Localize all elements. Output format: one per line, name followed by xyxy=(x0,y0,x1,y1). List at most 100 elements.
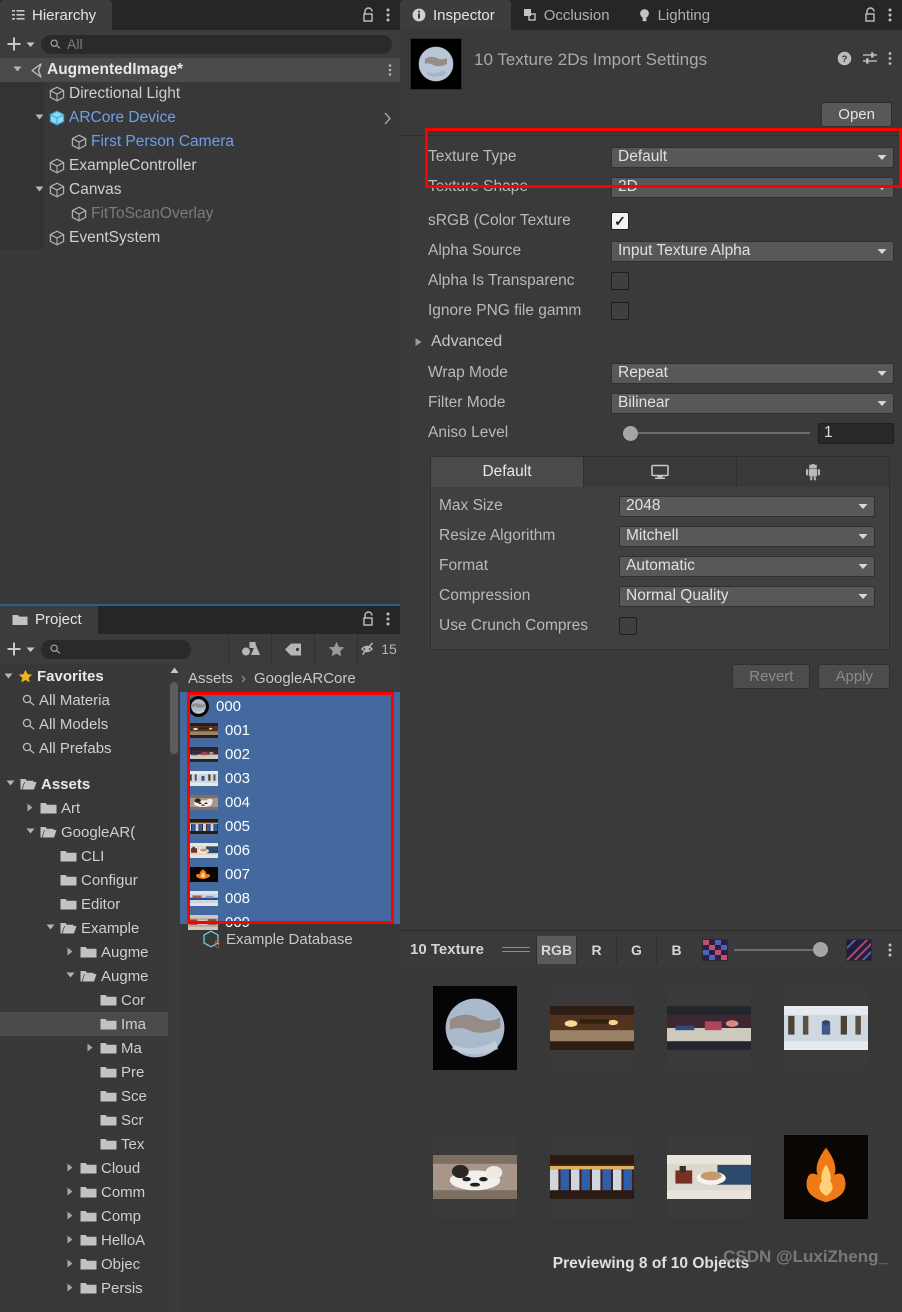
favorite-item-all-models[interactable]: All Models xyxy=(0,712,168,736)
tree-item-persis[interactable]: Persis xyxy=(0,1276,168,1300)
chevron-right-icon[interactable] xyxy=(383,112,392,125)
channel-button-r[interactable]: R xyxy=(576,935,616,964)
lock-open-icon[interactable] xyxy=(864,7,878,23)
open-button[interactable]: Open xyxy=(821,102,892,127)
hierarchy-item-augmentedimage[interactable]: AugmentedImage* xyxy=(0,58,400,82)
eye-slash-icon[interactable]: 15 xyxy=(357,634,400,664)
preset-icon[interactable] xyxy=(862,51,878,66)
preview-thumbnail[interactable] xyxy=(667,986,751,1070)
checkbox-alpha-is-transparenc[interactable] xyxy=(611,272,629,290)
checkbox-use-crunch-compres[interactable] xyxy=(619,617,637,635)
slider-aniso-level[interactable] xyxy=(611,423,810,444)
dropdown-texture-shape[interactable]: 2D xyxy=(611,176,894,198)
checkbox-ignore-png-file-gamm[interactable] xyxy=(611,302,629,320)
favorites-group[interactable]: Favorites xyxy=(0,664,168,688)
project-search-input[interactable] xyxy=(41,639,191,659)
hierarchy-item-directional-light[interactable]: Directional Light xyxy=(0,82,400,106)
tree-item-augme[interactable]: Augme xyxy=(0,964,168,988)
asset-item-009[interactable]: 009 xyxy=(180,910,400,934)
help-icon[interactable]: ? xyxy=(837,51,852,66)
hierarchy-search-input[interactable]: All xyxy=(41,34,392,54)
tag-icon[interactable] xyxy=(271,634,314,664)
dropdown-resize-algorithm[interactable]: Mitchell xyxy=(619,525,875,547)
tree-item-cloud[interactable]: Cloud xyxy=(0,1156,168,1180)
asset-item-000[interactable]: 000 xyxy=(180,694,400,718)
preview-mip-slider[interactable] xyxy=(734,939,836,961)
advanced-foldout[interactable]: Advanced xyxy=(400,326,902,358)
triangle-down-icon[interactable] xyxy=(10,65,24,75)
platform-tab-default[interactable]: Default xyxy=(431,457,584,487)
kebab-menu-icon[interactable] xyxy=(878,942,902,958)
triangle-right-icon[interactable] xyxy=(22,803,38,814)
dropdown-format[interactable]: Automatic xyxy=(619,555,875,577)
triangle-down-icon[interactable] xyxy=(32,113,46,123)
numeric-input-aniso-level[interactable]: 1 xyxy=(818,422,894,444)
tree-item-cli[interactable]: CLI xyxy=(0,844,168,868)
favorite-item-all-prefabs[interactable]: All Prefabs xyxy=(0,736,168,760)
triangle-down-icon[interactable] xyxy=(62,971,78,981)
tree-item-ma[interactable]: Ma xyxy=(0,1036,168,1060)
slider-knob[interactable] xyxy=(623,425,638,441)
hierarchy-item-examplecontroller[interactable]: ExampleController xyxy=(0,154,400,178)
breadcrumb-assets[interactable]: Assets xyxy=(188,670,233,687)
hierarchy-item-fittoscanoverlay[interactable]: FitToScanOverlay xyxy=(0,202,400,226)
asset-item-003[interactable]: 003 xyxy=(180,766,400,790)
tree-item-scr[interactable]: Scr xyxy=(0,1108,168,1132)
kebab-menu-icon[interactable] xyxy=(386,7,390,23)
shapes-filter-icon[interactable] xyxy=(228,634,271,664)
dropdown-alpha-source[interactable]: Input Texture Alpha xyxy=(611,240,894,262)
triangle-down-icon[interactable] xyxy=(22,827,38,837)
lock-open-icon[interactable] xyxy=(362,611,376,627)
tree-item-ima[interactable]: Ima xyxy=(0,1012,168,1036)
dropdown-max-size[interactable]: 2048 xyxy=(619,495,875,517)
checker-pattern-icon[interactable] xyxy=(846,938,872,961)
star-icon[interactable] xyxy=(314,634,357,664)
scroll-up-arrow-icon[interactable] xyxy=(168,664,180,674)
tab-lighting[interactable]: Lighting xyxy=(625,0,727,30)
preview-thumbnail[interactable] xyxy=(784,1135,868,1219)
platform-tab-android[interactable] xyxy=(737,457,889,487)
tree-item-googlear[interactable]: GoogleAR( xyxy=(0,820,168,844)
triangle-down-icon[interactable] xyxy=(42,923,58,933)
lock-open-icon[interactable] xyxy=(362,7,376,23)
asset-item-005[interactable]: 005 xyxy=(180,814,400,838)
preview-thumbnail[interactable] xyxy=(433,1135,517,1219)
kebab-menu-icon[interactable] xyxy=(888,7,892,23)
tab-hierarchy[interactable]: Hierarchy xyxy=(0,0,113,30)
tree-item-comp[interactable]: Comp xyxy=(0,1204,168,1228)
checkbox-srgb-color-texture[interactable]: ✓ xyxy=(611,212,629,230)
tree-item-helloa[interactable]: HelloA xyxy=(0,1228,168,1252)
slider-knob[interactable] xyxy=(813,942,828,957)
breadcrumb-googlearcore[interactable]: GoogleARCore xyxy=(254,670,356,687)
kebab-menu-icon[interactable] xyxy=(386,611,390,627)
triangle-down-icon[interactable] xyxy=(2,779,18,789)
hierarchy-item-eventsystem[interactable]: EventSystem xyxy=(0,226,400,250)
checker-swatch-icon[interactable] xyxy=(702,938,728,961)
revert-button[interactable]: Revert xyxy=(732,664,811,689)
tab-project[interactable]: Project xyxy=(0,604,98,634)
hierarchy-item-first-person-camera[interactable]: First Person Camera xyxy=(0,130,400,154)
channel-button-g[interactable]: G xyxy=(616,935,656,964)
triangle-right-icon[interactable] xyxy=(62,1259,78,1270)
tree-item-configur[interactable]: Configur xyxy=(0,868,168,892)
apply-button[interactable]: Apply xyxy=(818,664,890,689)
preview-thumbnail[interactable] xyxy=(667,1135,751,1219)
platform-tab-standalone[interactable] xyxy=(584,457,737,487)
create-asset-button[interactable] xyxy=(6,641,35,657)
tab-occlusion[interactable]: Occlusion xyxy=(510,0,626,30)
channel-button-rgb[interactable]: RGB xyxy=(536,935,576,964)
triangle-right-icon[interactable] xyxy=(62,1235,78,1246)
dropdown-wrap-mode[interactable]: Repeat xyxy=(611,362,894,384)
asset-item-004[interactable]: 004 xyxy=(180,790,400,814)
preview-thumbnail[interactable] xyxy=(550,1135,634,1219)
triangle-right-icon[interactable] xyxy=(82,1043,98,1054)
tree-item-pre[interactable]: Pre xyxy=(0,1060,168,1084)
hierarchy-item-arcore-device[interactable]: ARCore Device xyxy=(0,106,400,130)
asset-item-007[interactable]: 007 xyxy=(180,862,400,886)
tree-item-editor[interactable]: Editor xyxy=(0,892,168,916)
triangle-right-icon[interactable] xyxy=(62,947,78,958)
dropdown-texture-type[interactable]: Default xyxy=(611,146,894,168)
scrollbar-thumb[interactable] xyxy=(170,682,178,754)
asset-item-006[interactable]: 006 xyxy=(180,838,400,862)
triangle-right-icon[interactable] xyxy=(62,1283,78,1294)
